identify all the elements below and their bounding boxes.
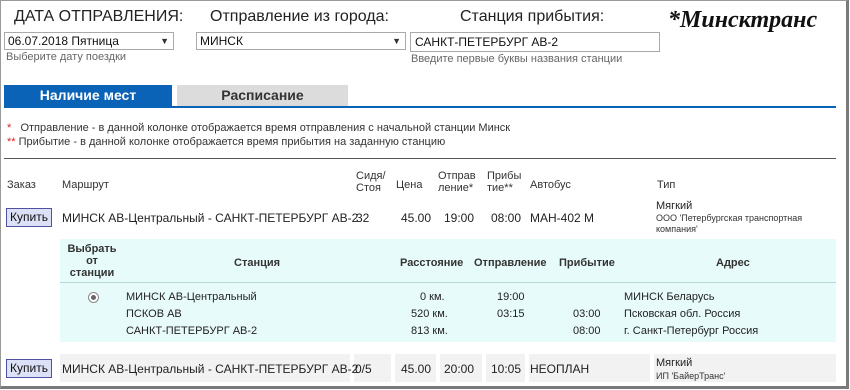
col-arrival: Прибы тие** xyxy=(487,170,521,194)
station-distance: 813 км. xyxy=(411,325,448,337)
col-address: Адрес xyxy=(716,257,750,269)
from-city-select[interactable]: МИНСК ▼ xyxy=(196,32,406,50)
col-distance: Расстояние xyxy=(400,257,464,269)
col-seats-line1: Сидя/ xyxy=(356,170,386,182)
date-select-value: 06.07.2018 Пятница xyxy=(8,34,119,48)
col-choose-line2: от xyxy=(86,255,98,267)
table-row-arrival: 08:00 xyxy=(491,211,522,225)
col-bus: Автобус xyxy=(530,179,571,191)
col-departure: Отправ ление* xyxy=(438,170,476,194)
station-address: Псковская обл. Россия xyxy=(624,308,741,320)
station-name: ПСКОВ АВ xyxy=(126,308,182,320)
date-select[interactable]: 06.07.2018 Пятница ▼ xyxy=(4,32,174,50)
table-row-arrival: 10:05 xyxy=(491,362,522,376)
tab-underline xyxy=(4,106,836,108)
col-price: Цена xyxy=(396,179,423,191)
column-gap xyxy=(391,354,395,382)
col-route: Маршрут xyxy=(62,179,109,191)
divider xyxy=(4,158,836,159)
table-row-bus: МАН-402 М xyxy=(530,211,595,225)
col-station-departure: Отправление xyxy=(474,257,547,269)
table-row-type: Мягкий xyxy=(656,357,693,369)
col-type: Тип xyxy=(657,179,676,191)
table-row-price: 45.00 xyxy=(401,362,432,376)
col-departure-line1: Отправ xyxy=(438,170,476,182)
buy-button[interactable]: Купить xyxy=(6,208,52,227)
from-title: Отправление из города: xyxy=(210,8,389,25)
col-seats-line2: Стоя xyxy=(356,182,381,194)
station-departure: 19:00 xyxy=(497,291,525,303)
note-star: ** xyxy=(7,136,16,148)
date-title: ДАТА ОТПРАВЛЕНИЯ: xyxy=(14,8,184,25)
column-gap xyxy=(482,354,486,382)
station-arrival: 08:00 xyxy=(573,325,601,337)
col-departure-line2: ление* xyxy=(438,182,474,194)
stations-divider xyxy=(60,282,836,283)
table-row-departure: 19:00 xyxy=(444,211,475,225)
table-row-carrier: ООО 'Петербургская транспортная компания… xyxy=(656,213,803,234)
table-row-route: МИНСК АВ-Центральный - САНКТ-ПЕТЕРБУРГ А… xyxy=(62,362,359,376)
col-station-arrival: Прибытие xyxy=(559,257,615,269)
col-order: Заказ xyxy=(7,179,36,191)
column-gap xyxy=(525,354,529,382)
table-row-carrier: ИП 'БайерТранс' xyxy=(656,371,726,381)
column-gap xyxy=(436,354,440,382)
station-departure: 03:15 xyxy=(497,308,525,320)
col-station: Станция xyxy=(234,257,281,269)
station-arrival: 03:00 xyxy=(573,308,601,320)
station-radio-selected[interactable] xyxy=(88,292,99,303)
destination-hint: Введите первые буквы названия станции xyxy=(411,53,623,65)
station-address: МИНСК Беларусь xyxy=(624,291,715,303)
to-title: Станция прибытия: xyxy=(460,8,605,25)
table-row-seats: 0/5 xyxy=(355,362,372,376)
tab-availability[interactable]: Наличие мест xyxy=(4,85,172,106)
table-row-seats: 32 xyxy=(356,211,370,225)
note-arrival-text: Прибытие - в данной колонке отображается… xyxy=(18,136,446,148)
station-distance: 520 км. xyxy=(411,308,448,320)
chevron-down-icon: ▼ xyxy=(392,36,401,46)
minsktrans-logo: *Минсктранс xyxy=(668,7,818,33)
station-name: САНКТ-ПЕТЕРБУРГ АВ-2 xyxy=(126,325,258,337)
col-choose-line1: Выбрать xyxy=(67,243,117,255)
from-city-value: МИНСК xyxy=(200,34,243,48)
table-row-route: МИНСК АВ-Центральный - САНКТ-ПЕТЕРБУРГ А… xyxy=(62,211,359,225)
col-choose-line3: станции xyxy=(69,267,115,279)
table-row-type: Мягкий xyxy=(656,200,693,212)
col-choose-station: Выбрать от станции xyxy=(63,243,121,279)
column-gap xyxy=(650,354,654,382)
table-row-bus: НЕОПЛАН xyxy=(530,362,590,376)
col-arrival-line1: Прибы xyxy=(487,170,522,182)
date-hint: Выберите дату поездки xyxy=(6,51,127,63)
table-row-departure: 20:00 xyxy=(444,362,475,376)
destination-input[interactable]: САНКТ-ПЕТЕРБУРГ АВ-2 xyxy=(410,32,660,52)
col-seats: Сидя/ Стоя xyxy=(356,170,386,194)
tab-schedule[interactable]: Расписание xyxy=(177,85,348,106)
table-row-price: 45.00 xyxy=(401,211,432,225)
note-arrival: ** Прибытие - в данной колонке отображае… xyxy=(7,136,445,148)
buy-button[interactable]: Купить xyxy=(6,359,52,378)
station-address: г. Санкт-Петербург Россия xyxy=(624,325,759,337)
note-departure: * Отправление - в данной колонке отображ… xyxy=(7,122,510,134)
station-name: МИНСК АВ-Центральный xyxy=(126,291,257,303)
station-distance: 0 км. xyxy=(420,291,445,303)
chevron-down-icon: ▼ xyxy=(160,36,169,46)
col-arrival-line2: тие** xyxy=(487,182,513,194)
note-departure-text: Отправление - в данной колонке отображае… xyxy=(20,122,511,134)
note-star: * xyxy=(7,122,12,134)
